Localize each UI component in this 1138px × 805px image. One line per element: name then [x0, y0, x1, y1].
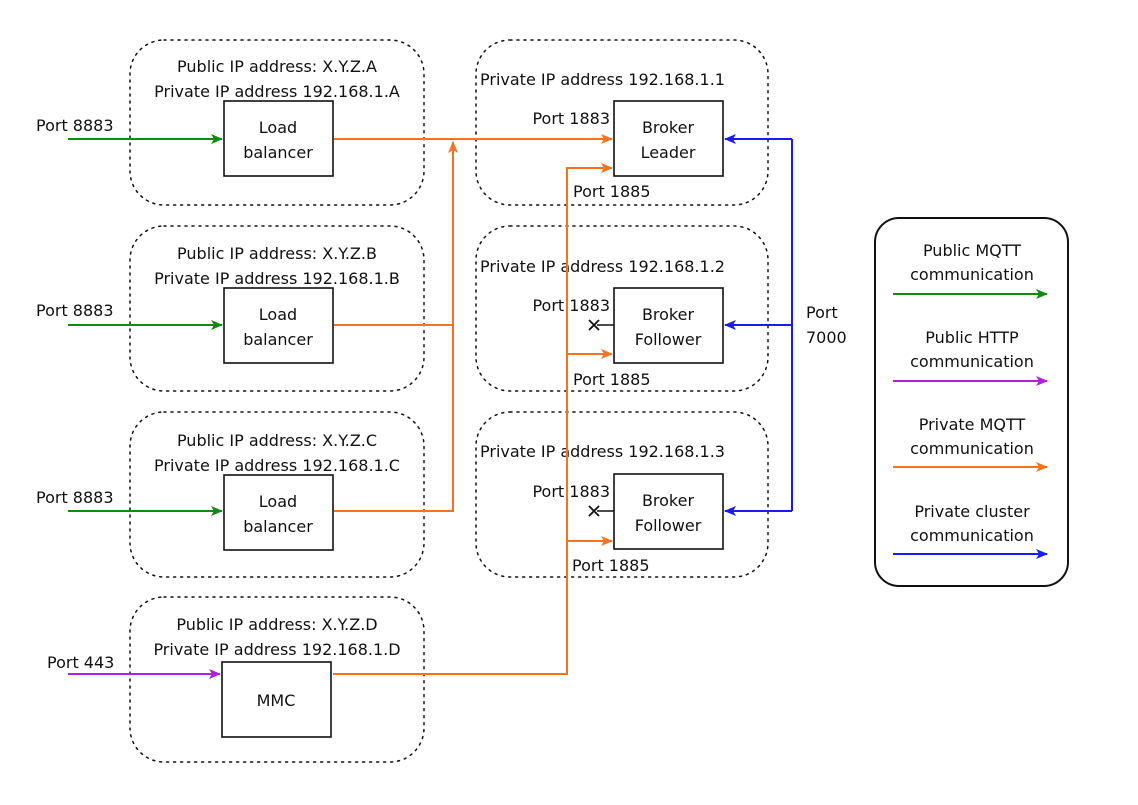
load-balancer-b[interactable] [223, 287, 334, 364]
port-label: Port 8883 [36, 301, 114, 320]
legend-label-line2: communication [910, 439, 1034, 458]
node-label-line2: Leader [641, 143, 696, 162]
private-cluster-connections: Port 7000 [724, 134, 847, 516]
broker-follower-2-node[interactable] [613, 473, 724, 550]
node-label-line1: Load [259, 492, 297, 511]
legend-label-line2: communication [910, 265, 1034, 284]
public-inbound-connections [68, 134, 223, 679]
node-label-line2: balancer [243, 143, 313, 162]
group-mmc: Public IP address: X.Y.Z.D Private IP ad… [47, 596, 425, 763]
private-ip-label: Private IP address 192.168.1.B [154, 269, 400, 288]
lb-c-to-bus-line [334, 325, 454, 512]
node-label-line1: Load [259, 118, 297, 137]
legend-label-line1: Private cluster [914, 502, 1030, 521]
node-label-line2: balancer [243, 330, 313, 349]
legend-label-line1: Private MQTT [919, 415, 1026, 434]
private-ip-label: Private IP address 192.168.1.D [153, 640, 400, 659]
lb-b-to-bus-arrow [334, 141, 458, 326]
load-balancer-c[interactable] [223, 474, 334, 551]
cluster-port-label-line1: Port [806, 303, 838, 322]
port-internal-label: Port 1885 [573, 182, 651, 201]
group-lb-b: Public IP address: X.Y.Z.B Private IP ad… [36, 225, 425, 392]
public-ip-label: Public IP address: X.Y.Z.B [177, 244, 377, 263]
legend-label-line1: Public HTTP [925, 328, 1019, 347]
broker-follower-1-node[interactable] [613, 287, 724, 364]
node-label-line2: Follower [635, 516, 702, 535]
private-ip-label: Private IP address 192.168.1.A [154, 82, 400, 101]
legend-label-line2: communication [910, 352, 1034, 371]
private-mqtt-connections [333, 134, 613, 675]
load-balancer-a[interactable] [223, 100, 334, 177]
node-label-line1: Broker [642, 118, 695, 137]
private-ip-label: Private IP address 192.168.1.3 [480, 442, 725, 461]
port-internal-label: Port 1885 [572, 556, 650, 575]
node-label-line1: Broker [642, 305, 695, 324]
private-ip-label: Private IP address 192.168.1.2 [480, 257, 725, 276]
port-mqtt-label: Port 1883 [532, 109, 610, 128]
public-ip-label: Public IP address: X.Y.Z.A [177, 57, 377, 76]
private-ip-label: Private IP address 192.168.1.C [154, 456, 400, 475]
port-mqtt-label: Port 1883 [532, 296, 610, 315]
port-internal-label: Port 1885 [573, 370, 651, 389]
private-ip-label: Private IP address 192.168.1.1 [480, 70, 725, 89]
cluster-port-label-line2: 7000 [806, 328, 847, 347]
architecture-diagram: Public IP address: X.Y.Z.A Private IP ad… [36, 39, 1069, 763]
legend: Public MQTT communication Public HTTP co… [874, 217, 1069, 587]
node-label-line2: Follower [635, 330, 702, 349]
node-label-line1: MMC [257, 691, 296, 710]
node-label-line1: Broker [642, 491, 695, 510]
group-broker-follower-2: Private IP address 192.168.1.3 Broker Fo… [475, 411, 769, 578]
group-broker-follower-1: Private IP address 192.168.1.2 Broker Fo… [475, 225, 769, 392]
group-lb-a: Public IP address: X.Y.Z.A Private IP ad… [36, 39, 425, 206]
node-label-line2: balancer [243, 517, 313, 536]
port-label: Port 8883 [36, 116, 114, 135]
public-ip-label: Public IP address: X.Y.Z.D [176, 615, 377, 634]
legend-label-line2: communication [910, 526, 1034, 545]
port-label: Port 443 [47, 653, 114, 672]
group-broker-leader: Private IP address 192.168.1.1 Broker Le… [475, 39, 769, 206]
public-ip-label: Public IP address: X.Y.Z.C [177, 431, 377, 450]
broker-leader-node[interactable] [613, 100, 724, 177]
port-label: Port 8883 [36, 488, 114, 507]
port-mqtt-label: Port 1883 [532, 482, 610, 501]
legend-label-line1: Public MQTT [923, 241, 1021, 260]
group-lb-c: Public IP address: X.Y.Z.C Private IP ad… [36, 411, 425, 578]
node-label-line1: Load [259, 305, 297, 324]
